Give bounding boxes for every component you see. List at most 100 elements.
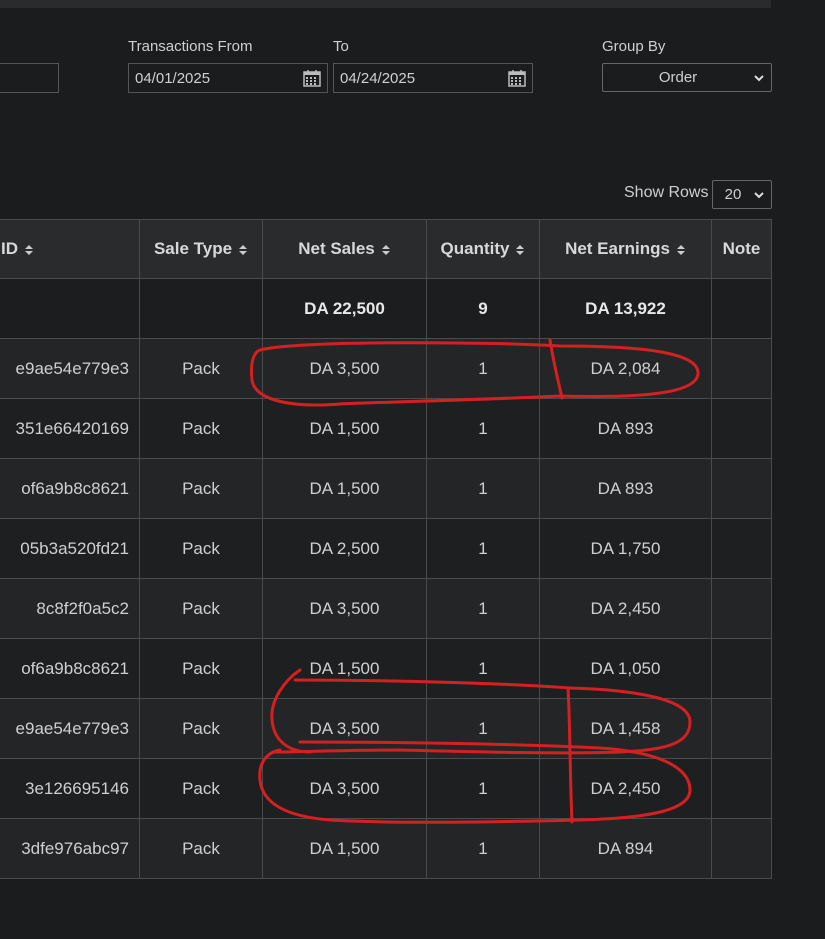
net-sales-cell: DA 3,500 (262, 758, 427, 819)
quantity-cell: 1 (426, 338, 540, 399)
quantity-cell: 1 (426, 698, 540, 759)
table-row: 3dfe976abc97 Pack DA 1,500 1 DA 894 (0, 818, 772, 879)
id-cell: 3e126695146 (0, 758, 140, 819)
sort-icon (239, 244, 248, 255)
group-by-value: Order (658, 69, 698, 86)
quantity-cell: 1 (426, 818, 540, 879)
note-cell (711, 818, 772, 879)
sort-icon (25, 244, 33, 255)
table-row: 351e66420169 Pack DA 1,500 1 DA 893 (0, 398, 772, 459)
sale-type-cell: Pack (139, 398, 263, 459)
to-date-value: 04/24/2025 (340, 69, 416, 87)
net-earnings-cell: DA 1,750 (539, 518, 712, 579)
show-rows-value: 20 (724, 186, 742, 203)
show-rows-label: Show Rows (624, 184, 709, 201)
quantity-cell: 1 (426, 518, 540, 579)
net-sales-cell: DA 1,500 (262, 458, 427, 519)
id-cell: 351e66420169 (0, 398, 140, 459)
quantity-cell: 1 (426, 578, 540, 639)
to-date-input[interactable]: 04/24/2025 (333, 63, 533, 93)
totals-id-cell (0, 278, 140, 339)
table-row: e9ae54e779e3 Pack DA 3,500 1 DA 1,458 (0, 698, 772, 759)
id-cell: 3dfe976abc97 (0, 818, 140, 879)
sort-icon (676, 244, 685, 255)
net-sales-cell: DA 1,500 (262, 638, 427, 699)
totals-row: DA 22,500 9 DA 13,922 (0, 278, 772, 339)
calendar-icon[interactable] (508, 69, 526, 87)
chevron-down-icon (754, 74, 764, 81)
sale-type-cell: Pack (139, 578, 263, 639)
quantity-cell: 1 (426, 638, 540, 699)
column-header-net-sales[interactable]: Net Sales (262, 219, 427, 279)
sale-type-cell: Pack (139, 758, 263, 819)
sale-type-cell: Pack (139, 338, 263, 399)
sort-icon (516, 244, 525, 255)
column-header-quantity[interactable]: Quantity (426, 219, 540, 279)
top-bar (0, 0, 771, 8)
net-sales-cell: DA 3,500 (262, 698, 427, 759)
id-cell: e9ae54e779e3 (0, 698, 140, 759)
quantity-cell: 1 (426, 398, 540, 459)
note-cell (711, 338, 772, 399)
sale-type-cell: Pack (139, 698, 263, 759)
transactions-table: ID Sale Type Net Sales Quantity Net Earn… (0, 219, 772, 879)
table-row: of6a9b8c8621 Pack DA 1,500 1 DA 1,050 (0, 638, 772, 699)
table-row: e9ae54e779e3 Pack DA 3,500 1 DA 2,084 (0, 338, 772, 399)
net-earnings-cell: DA 2,450 (539, 578, 712, 639)
chevron-down-icon (754, 191, 764, 198)
group-by-select[interactable]: Order (602, 63, 772, 92)
net-earnings-cell: DA 893 (539, 398, 712, 459)
table-header-row: ID Sale Type Net Sales Quantity Net Earn… (0, 219, 772, 279)
net-earnings-cell: DA 893 (539, 458, 712, 519)
totals-sale-type-cell (139, 278, 263, 339)
quantity-cell: 1 (426, 758, 540, 819)
note-cell (711, 518, 772, 579)
id-cell: e9ae54e779e3 (0, 338, 140, 399)
sale-type-cell: Pack (139, 638, 263, 699)
net-earnings-cell: DA 1,458 (539, 698, 712, 759)
net-sales-cell: DA 1,500 (262, 818, 427, 879)
note-cell (711, 638, 772, 699)
totals-net-sales: DA 22,500 (262, 278, 427, 339)
id-cell: of6a9b8c8621 (0, 638, 140, 699)
totals-note (711, 278, 772, 339)
transactions-from-label: Transactions From (128, 38, 253, 55)
table-row: 05b3a520fd21 Pack DA 2,500 1 DA 1,750 (0, 518, 772, 579)
id-cell: 8c8f2f0a5c2 (0, 578, 140, 639)
net-earnings-cell: DA 1,050 (539, 638, 712, 699)
group-by-label: Group By (602, 38, 666, 55)
net-sales-cell: DA 3,500 (262, 578, 427, 639)
note-cell (711, 758, 772, 819)
net-earnings-cell: DA 2,084 (539, 338, 712, 399)
note-cell (711, 698, 772, 759)
sale-type-cell: Pack (139, 518, 263, 579)
to-label: To (333, 38, 349, 55)
sort-icon (381, 244, 390, 255)
note-cell (711, 578, 772, 639)
net-earnings-cell: DA 2,450 (539, 758, 712, 819)
note-cell (711, 458, 772, 519)
id-cell: of6a9b8c8621 (0, 458, 140, 519)
show-rows-select[interactable]: 20 (712, 180, 772, 209)
sale-type-cell: Pack (139, 458, 263, 519)
column-header-net-earnings[interactable]: Net Earnings (539, 219, 712, 279)
net-sales-cell: DA 1,500 (262, 398, 427, 459)
calendar-icon[interactable] (303, 69, 321, 87)
totals-quantity: 9 (426, 278, 540, 339)
net-sales-cell: DA 2,500 (262, 518, 427, 579)
column-header-note[interactable]: Note (711, 219, 772, 279)
transactions-from-input[interactable]: 04/01/2025 (128, 63, 328, 93)
table-row: 3e126695146 Pack DA 3,500 1 DA 2,450 (0, 758, 772, 819)
filter-input-partial[interactable] (0, 63, 59, 93)
totals-net-earnings: DA 13,922 (539, 278, 712, 339)
net-sales-cell: DA 3,500 (262, 338, 427, 399)
table-row: 8c8f2f0a5c2 Pack DA 3,500 1 DA 2,450 (0, 578, 772, 639)
net-earnings-cell: DA 894 (539, 818, 712, 879)
column-header-id[interactable]: ID (0, 219, 140, 279)
quantity-cell: 1 (426, 458, 540, 519)
note-cell (711, 398, 772, 459)
transactions-from-value: 04/01/2025 (135, 69, 211, 87)
id-cell: 05b3a520fd21 (0, 518, 140, 579)
column-header-sale-type[interactable]: Sale Type (139, 219, 263, 279)
sale-type-cell: Pack (139, 818, 263, 879)
